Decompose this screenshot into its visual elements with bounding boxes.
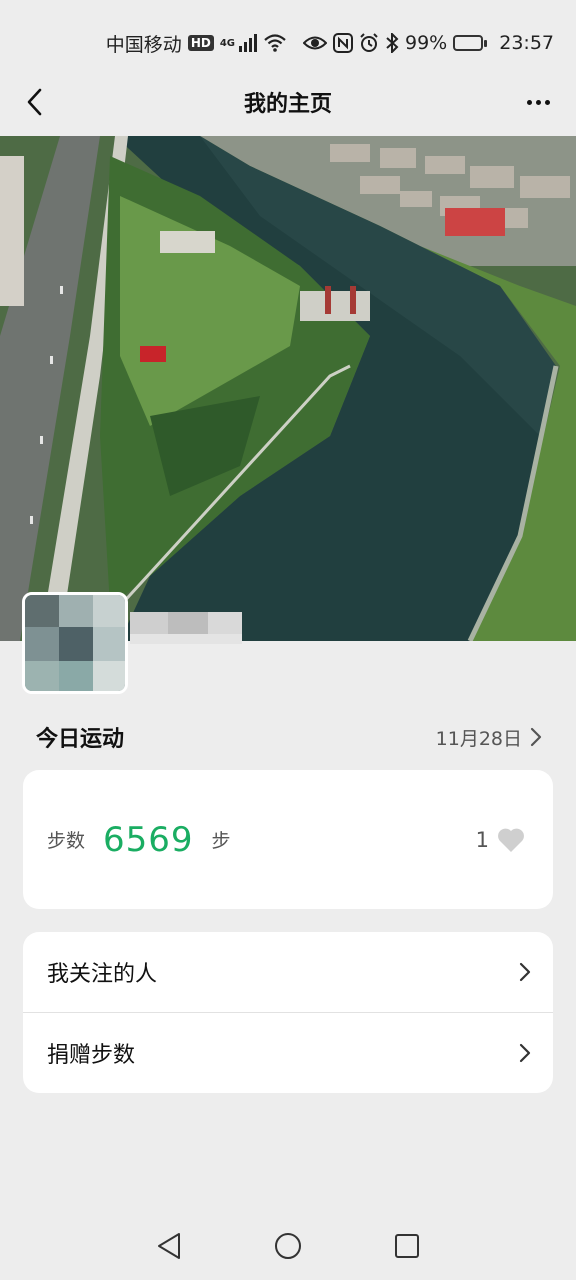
- chevron-right-icon: [519, 962, 531, 982]
- circle-home-icon: [274, 1233, 301, 1259]
- menu-item-label: 我关注的人: [47, 962, 158, 987]
- battery-percent: 99%: [405, 32, 448, 54]
- nav-header: 我的主页: [0, 72, 576, 132]
- avatar[interactable]: [22, 592, 128, 694]
- more-button[interactable]: [518, 82, 558, 122]
- steps-unit: 步: [211, 830, 231, 852]
- like-count: 1: [475, 827, 489, 852]
- back-button[interactable]: [14, 82, 54, 122]
- alarm-icon: [359, 33, 379, 53]
- more-dots-icon: [526, 99, 532, 105]
- chevron-left-icon: [27, 88, 42, 116]
- battery-icon: [453, 35, 488, 51]
- square-recents-icon: [394, 1234, 419, 1258]
- cover-image[interactable]: [0, 136, 576, 641]
- nickname-blurred: [130, 612, 242, 650]
- date-label: 11月28日: [435, 727, 522, 750]
- page-title: 我的主页: [243, 92, 332, 117]
- bluetooth-icon: [385, 33, 399, 53]
- nav-home-button[interactable]: [266, 1224, 310, 1268]
- date-selector[interactable]: 11月28日: [436, 724, 542, 751]
- menu-item-label: 捐赠步数: [47, 1043, 136, 1068]
- nav-back-button[interactable]: [147, 1224, 191, 1268]
- like-button[interactable]: 1: [476, 827, 525, 853]
- heart-icon: [498, 828, 524, 852]
- nfc-icon: [333, 33, 353, 53]
- triangle-back-icon: [158, 1233, 181, 1259]
- chevron-right-icon: [530, 727, 542, 747]
- status-bar: 中国移动 HD 4G 99% 23:57: [0, 0, 576, 80]
- network-type: 4G: [219, 37, 235, 49]
- hd-badge: HD: [187, 35, 214, 51]
- menu-item-following[interactable]: 我关注的人: [23, 932, 553, 1012]
- menu-item-donate-steps[interactable]: 捐赠步数: [23, 1013, 553, 1093]
- clock: 23:57: [499, 32, 554, 54]
- today-section-header: 今日运动 11月28日: [0, 712, 576, 762]
- carrier-label: 中国移动: [105, 33, 182, 56]
- nav-recents-button[interactable]: [385, 1224, 429, 1268]
- menu-card: 我关注的人 捐赠步数: [23, 932, 553, 1093]
- steps-card[interactable]: 步数 6569 步 1: [23, 770, 553, 909]
- section-title: 今日运动: [36, 727, 125, 752]
- steps-label: 步数: [47, 830, 86, 852]
- signal-icon: 4G: [220, 34, 257, 52]
- wifi-icon: [263, 33, 287, 53]
- system-nav-bar: [0, 1212, 576, 1280]
- page: 中国移动 HD 4G 99% 23:57 我的主页 今日运动 11月28日 步数…: [0, 0, 576, 1280]
- eye-icon: [303, 34, 327, 52]
- chevron-right-icon: [519, 1043, 531, 1063]
- steps-value: 6569: [103, 819, 194, 860]
